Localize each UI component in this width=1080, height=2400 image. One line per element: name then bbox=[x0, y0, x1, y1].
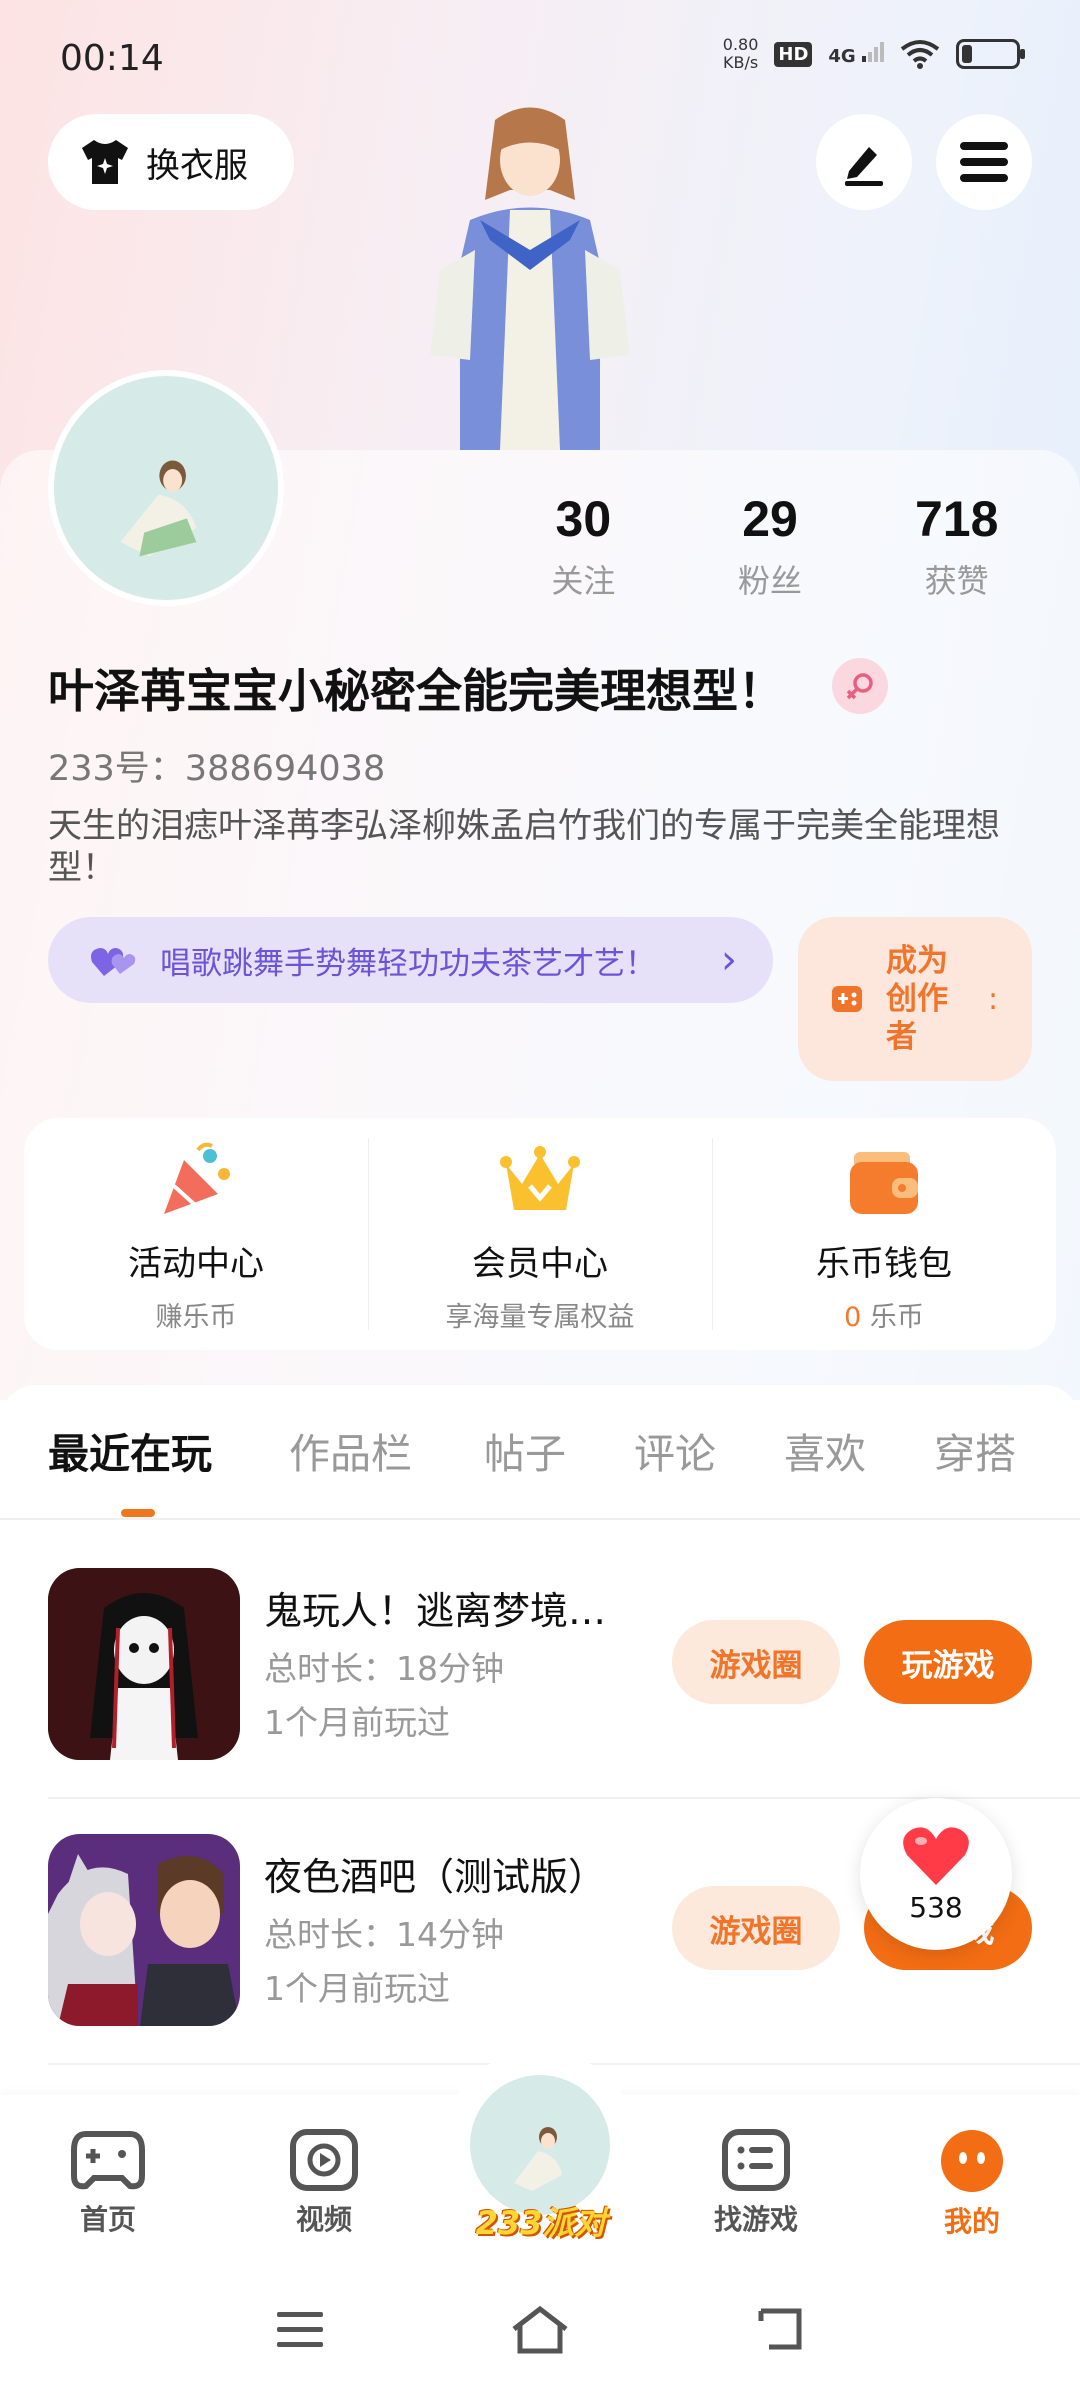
list-icon bbox=[722, 2129, 790, 2191]
signal-icon: 4G bbox=[828, 41, 884, 67]
tabs-divider bbox=[0, 1518, 1080, 1520]
game-circle-button[interactable]: 游戏圈 bbox=[672, 1620, 840, 1704]
stat-likes[interactable]: 718 获赞 bbox=[863, 490, 1050, 602]
battery-icon bbox=[956, 39, 1025, 69]
nav-home[interactable]: 首页 bbox=[38, 2128, 178, 2238]
game-icon-night-bar[interactable] bbox=[48, 1834, 240, 2026]
avatar-character-icon bbox=[120, 460, 197, 557]
game-title: 鬼玩人！逃离梦境… bbox=[264, 1589, 607, 1633]
hearts-icon bbox=[91, 948, 136, 976]
tab-works[interactable]: 作品栏 bbox=[289, 1420, 412, 1480]
user-bio: 天生的泪痣叶泽苒李弘泽柳姝孟启竹我们的专属于完美全能理想型！ bbox=[48, 806, 1000, 888]
chevron-right-icon: › bbox=[721, 937, 737, 983]
wallet-icon bbox=[850, 1152, 918, 1214]
username: 叶泽苒宝宝小秘密全能完美理想型！ bbox=[48, 664, 784, 718]
talent-tag-pill[interactable]: 唱歌跳舞手势舞轻功功夫茶艺才艺！ › bbox=[48, 917, 773, 1003]
back-icon[interactable] bbox=[755, 2305, 805, 2353]
tab-indicator bbox=[121, 1509, 155, 1517]
change-outfit-button[interactable]: 换衣服 bbox=[48, 114, 294, 210]
game-duration: 总时长：18分钟 bbox=[264, 1649, 504, 1688]
tab-recent-played[interactable]: 最近在玩 bbox=[48, 1420, 212, 1480]
system-nav-bar bbox=[0, 2265, 1080, 2400]
status-icons: 0.80 KB/s HD 4G bbox=[722, 35, 1025, 72]
net-speed: 0.80 KB/s bbox=[722, 35, 759, 72]
talent-tag-text: 唱歌跳舞手势舞轻功功夫茶艺才艺！ bbox=[160, 945, 656, 982]
change-outfit-label: 换衣服 bbox=[146, 145, 248, 186]
like-count: 538 bbox=[909, 1890, 963, 1924]
game-duration: 总时长：14分钟 bbox=[264, 1915, 504, 1954]
nav-me[interactable]: 我的 bbox=[902, 2128, 1042, 2240]
pen-icon bbox=[845, 147, 883, 186]
profile-tabs: 最近在玩 作品栏 帖子 评论 喜欢 穿搭 bbox=[0, 1420, 1080, 1516]
heart-icon bbox=[903, 1826, 969, 1885]
game-last-played: 1个月前玩过 bbox=[264, 1969, 450, 2008]
tab-likes[interactable]: 喜欢 bbox=[784, 1420, 866, 1480]
nav-party-label[interactable]: 233派对 bbox=[466, 2198, 616, 2244]
tab-posts[interactable]: 帖子 bbox=[484, 1420, 566, 1480]
profile-stats: 30 关注 29 粉丝 718 获赞 bbox=[490, 490, 1050, 602]
face-icon bbox=[941, 2130, 1003, 2192]
game-icon-ghost-player[interactable] bbox=[48, 1568, 240, 1760]
tab-comments[interactable]: 评论 bbox=[634, 1420, 716, 1480]
nav-party-avatar[interactable] bbox=[470, 2075, 610, 2215]
more-icon: : bbox=[988, 981, 999, 1017]
nav-video[interactable]: 视频 bbox=[254, 2128, 394, 2238]
become-creator-button[interactable]: 成为创作者 : bbox=[798, 917, 1032, 1081]
play-icon bbox=[290, 2129, 358, 2191]
gamepad-icon bbox=[71, 2131, 145, 2190]
profile-avatar[interactable] bbox=[48, 370, 284, 606]
game-circle-button[interactable]: 游戏圈 bbox=[672, 1886, 840, 1970]
home-icon[interactable] bbox=[510, 2305, 570, 2355]
status-time: 00:14 bbox=[60, 38, 164, 79]
female-icon bbox=[832, 658, 888, 714]
services-card: 活动中心 赚乐币 会员中心 享海量专属权益 乐币钱包 0 乐币 bbox=[24, 1118, 1056, 1350]
wifi-icon bbox=[900, 40, 940, 69]
user-id: 233号：388694038 bbox=[48, 749, 386, 789]
avatar-character-icon bbox=[514, 2127, 562, 2191]
become-creator-label: 成为创作者 bbox=[886, 943, 948, 1055]
character-avatar-figure[interactable] bbox=[400, 100, 660, 450]
crown-icon bbox=[500, 1146, 580, 1210]
edit-profile-button[interactable] bbox=[816, 114, 912, 210]
activity-center[interactable]: 活动中心 赚乐币 bbox=[24, 1118, 368, 1350]
tab-outfits[interactable]: 穿搭 bbox=[934, 1420, 1016, 1480]
stat-followers[interactable]: 29 粉丝 bbox=[677, 490, 864, 602]
stat-following[interactable]: 30 关注 bbox=[490, 490, 677, 602]
party-popper-icon bbox=[164, 1142, 230, 1214]
hamburger-icon bbox=[960, 142, 1008, 182]
coin-wallet[interactable]: 乐币钱包 0 乐币 bbox=[712, 1118, 1056, 1350]
game-controller-icon bbox=[832, 986, 862, 1012]
menu-button[interactable] bbox=[936, 114, 1032, 210]
vip-center[interactable]: 会员中心 享海量专属权益 bbox=[368, 1118, 712, 1350]
game-last-played: 1个月前玩过 bbox=[264, 1703, 450, 1742]
recent-apps-icon[interactable] bbox=[275, 2310, 325, 2350]
game-title: 夜色酒吧（测试版） bbox=[264, 1855, 607, 1899]
shirt-icon bbox=[82, 140, 128, 184]
play-game-button[interactable]: 玩游戏 bbox=[864, 1620, 1032, 1704]
nav-find-game[interactable]: 找游戏 bbox=[686, 2128, 826, 2238]
like-bubble[interactable]: 538 bbox=[860, 1798, 1012, 1950]
hd-icon: HD bbox=[774, 41, 813, 67]
